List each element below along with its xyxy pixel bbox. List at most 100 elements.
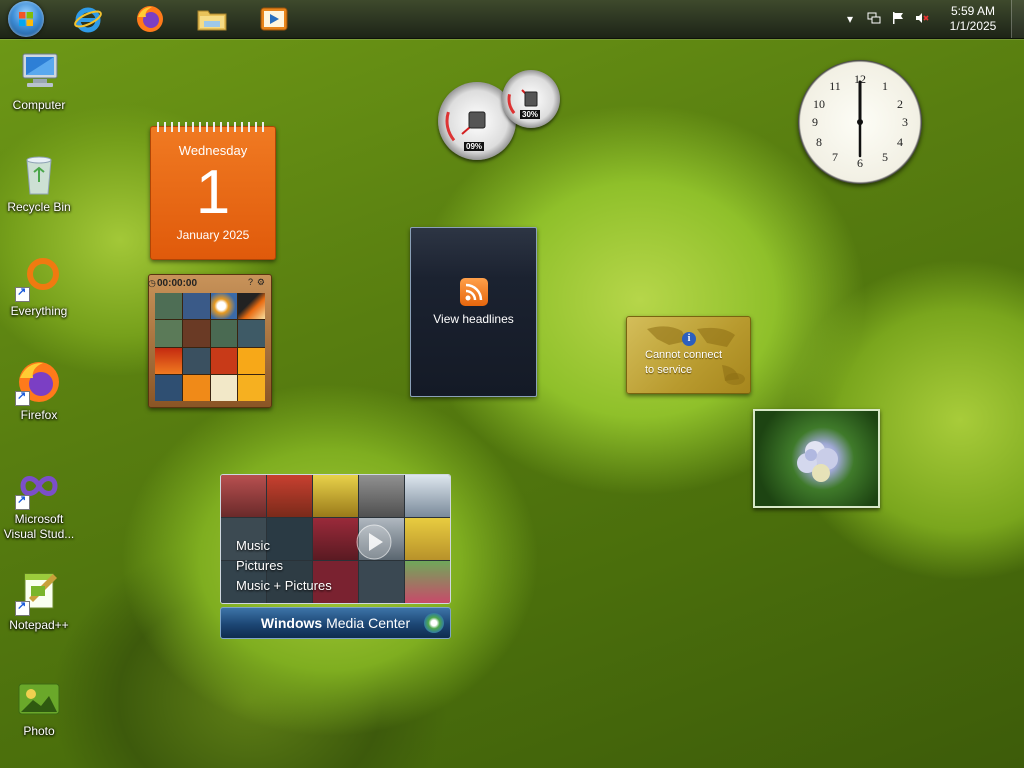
media-tile	[267, 475, 312, 517]
puzzle-tile[interactable]	[182, 374, 210, 401]
puzzle-tile[interactable]	[238, 374, 265, 401]
media-menu-item[interactable]: Pictures	[236, 556, 332, 576]
currency-error-line: to service	[645, 364, 693, 376]
desktop-icon-computer[interactable]: Computer	[2, 48, 76, 113]
recycle-bin-icon	[26, 156, 52, 195]
desktop-icon-notepad-plus-plus[interactable]: Notepad++	[2, 568, 76, 633]
currency-error-line: Cannot connect	[645, 349, 723, 361]
show-hidden-icons-icon[interactable]: ▾	[842, 11, 858, 27]
memory-gauge-dial	[507, 75, 555, 123]
media-tile	[359, 561, 404, 603]
photo-app-icon	[18, 683, 60, 715]
internet-explorer-icon	[74, 7, 102, 33]
play-icon[interactable]	[354, 522, 394, 562]
slideshow-photo	[797, 441, 838, 482]
desktop-icon-label: Firefox	[20, 408, 58, 422]
desktop-icon-label: Photo	[23, 724, 55, 738]
calendar-month-year: January 2025	[176, 228, 250, 242]
network-icon[interactable]	[866, 11, 882, 27]
puzzle-tile[interactable]	[182, 320, 210, 347]
computer-icon	[22, 53, 58, 87]
media-player-icon	[260, 7, 288, 31]
desktop-icon-recycle-bin[interactable]: Recycle Bin	[2, 150, 76, 215]
desktop-icon-label: Microsoft Visual Stud...	[3, 512, 75, 541]
media-tile	[405, 518, 450, 560]
action-center-flag-icon[interactable]	[890, 11, 906, 27]
shortcut-arrow-icon	[15, 599, 30, 616]
taskbar: ▾ 5:59 AM 1/1/2025	[0, 0, 1024, 39]
currency-gadget[interactable]: i Cannot connect to service	[626, 316, 751, 394]
media-center-launch-bar[interactable]: Windows Media Center	[220, 607, 451, 639]
desktop-icon-visual-studio[interactable]: Microsoft Visual Stud...	[2, 462, 76, 542]
puzzle-tile[interactable]	[155, 320, 182, 347]
file-explorer-icon	[197, 10, 227, 31]
desktop-icon-firefox[interactable]: Firefox	[2, 358, 76, 423]
taskbar-media-player[interactable]	[258, 3, 290, 35]
puzzle-tile[interactable]	[210, 374, 238, 401]
calendar-rings	[157, 122, 269, 132]
currency-error-message: Cannot connect to service	[645, 348, 722, 378]
clock-gadget[interactable]: 12 1 2 3 4 5 6 7 8 9 10 11	[798, 60, 922, 184]
taskbar-firefox[interactable]	[134, 3, 166, 35]
puzzle-tile[interactable]	[238, 347, 265, 374]
shortcut-arrow-icon	[15, 389, 30, 406]
rss-icon	[459, 278, 488, 306]
puzzle-timer: 00:00:00	[157, 278, 198, 289]
puzzle-tile[interactable]	[155, 293, 182, 320]
puzzle-tile[interactable]	[182, 293, 210, 320]
puzzle-settings-icon[interactable]: ⚙	[257, 277, 265, 288]
puzzle-tile[interactable]	[155, 374, 182, 401]
firefox-icon	[137, 6, 163, 32]
puzzle-tile[interactable]	[238, 320, 265, 347]
cpu-meter-gadget[interactable]: 09% 30%	[438, 70, 562, 160]
media-menu-item[interactable]: Music + Pictures	[236, 576, 332, 596]
calendar-weekday: Wednesday	[178, 143, 248, 158]
desktop-icon-everything[interactable]: Everything	[2, 254, 76, 319]
puzzle-help-icon[interactable]: ?	[248, 277, 253, 287]
media-tile	[359, 475, 404, 517]
puzzle-tile[interactable]	[210, 320, 238, 347]
cpu-value: 09%	[464, 142, 485, 151]
desktop-icon-label: Everything	[10, 304, 68, 318]
media-center-gadget[interactable]: Music Pictures Music + Pictures Windows …	[220, 474, 451, 639]
desktop-icon-photo[interactable]: Photo	[2, 674, 76, 739]
slideshow-gadget[interactable]	[753, 409, 880, 508]
show-desktop-button[interactable]	[1011, 0, 1024, 38]
memory-value: 30%	[520, 110, 541, 119]
puzzle-tile[interactable]	[155, 347, 182, 374]
puzzle-tile[interactable]	[210, 347, 238, 374]
media-center-menu: Music Pictures Music + Pictures	[236, 536, 332, 596]
puzzle-clock-icon: ◷	[148, 278, 156, 288]
info-icon: i	[682, 332, 696, 346]
volume-muted-icon[interactable]	[914, 11, 930, 27]
puzzle-grid[interactable]	[155, 293, 265, 401]
media-center-title-bold: Windows	[260, 615, 323, 631]
media-tile	[221, 475, 266, 517]
taskbar-internet-explorer[interactable]	[72, 3, 104, 35]
puzzle-tile[interactable]	[210, 293, 238, 320]
desktop-icon-label: Notepad++	[9, 618, 69, 632]
media-tile	[405, 475, 450, 517]
system-tray: ▾ 5:59 AM 1/1/2025	[824, 0, 1024, 38]
clock-time: 5:59 AM	[950, 4, 996, 18]
media-center-title: Media Center	[326, 615, 411, 631]
memory-gauge: 30%	[502, 70, 560, 128]
calendar-gadget[interactable]: Wednesday 1 January 2025	[150, 122, 276, 260]
media-menu-item[interactable]: Music	[236, 536, 332, 556]
calendar-day-number: 1	[195, 158, 231, 227]
puzzle-tile[interactable]	[238, 293, 265, 320]
shortcut-arrow-icon	[15, 285, 30, 302]
desktop-icon-label: Computer	[12, 98, 66, 112]
start-button[interactable]	[8, 1, 44, 37]
media-tile	[405, 561, 450, 603]
taskbar-file-explorer[interactable]	[196, 3, 228, 35]
shortcut-arrow-icon	[15, 493, 30, 510]
windows-logo-icon	[19, 12, 33, 26]
puzzle-tile[interactable]	[182, 347, 210, 374]
taskbar-clock[interactable]: 5:59 AM 1/1/2025	[938, 4, 1008, 34]
view-headlines-link[interactable]: View headlines	[411, 312, 536, 326]
clock-date: 1/1/2025	[949, 19, 997, 33]
feed-headlines-gadget[interactable]: View headlines	[410, 227, 537, 397]
windows-orb-icon	[424, 613, 444, 633]
picture-puzzle-gadget[interactable]: ◷ 00:00:00 ? ⚙	[148, 274, 272, 408]
